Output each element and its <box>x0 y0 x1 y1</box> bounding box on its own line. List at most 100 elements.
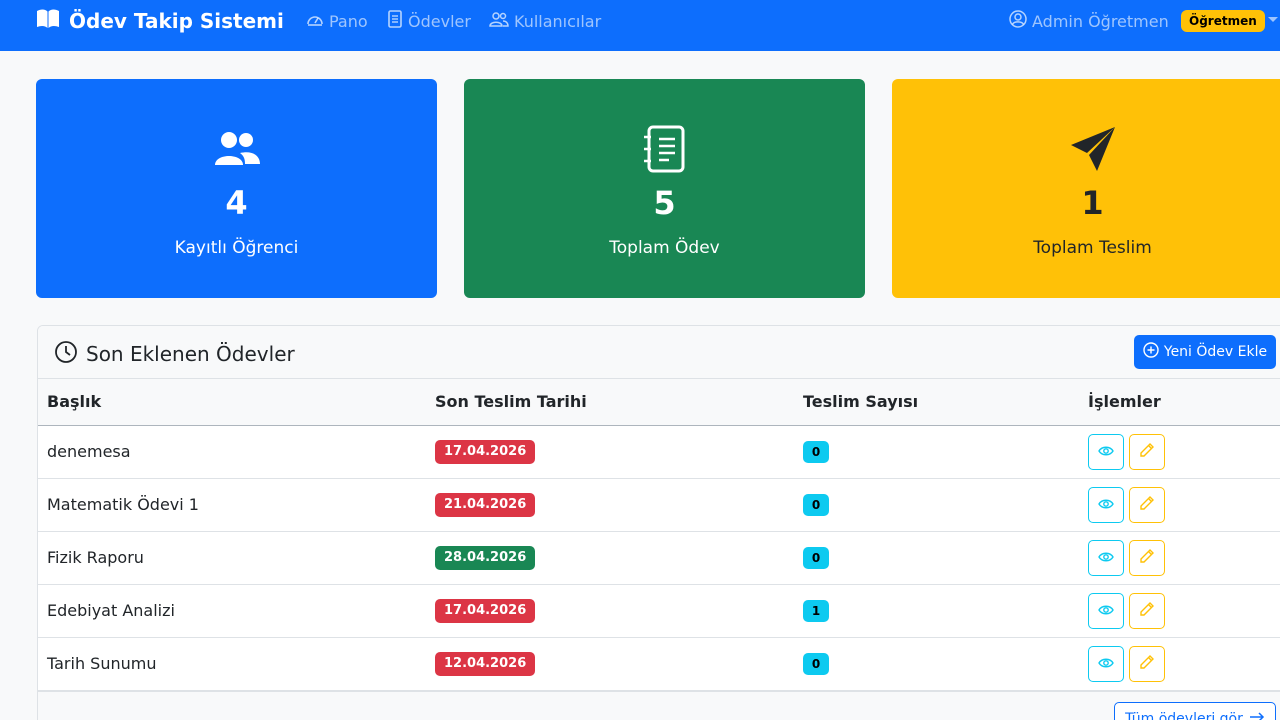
panel-header: Son Eklenen Ödevler Yeni Ödev Ekle <box>38 326 1280 379</box>
table-row: Tarih Sunumu 12.04.2026 0 <box>38 637 1280 691</box>
arrow-right-icon <box>1249 711 1265 720</box>
panel-title: Son Eklenen Ödevler <box>54 340 295 369</box>
pencil-icon <box>1139 601 1155 621</box>
due-date-badge: 17.04.2026 <box>435 439 536 464</box>
table-row: Matematik Ödevi 1 21.04.2026 0 <box>38 478 1280 532</box>
column-header-due: Son Teslim Tarihi <box>426 379 794 426</box>
panel-title-text: Son Eklenen Ödevler <box>86 342 295 366</box>
journal-text-icon <box>464 124 865 174</box>
table-header-row: Başlık Son Teslim Tarihi Teslim Sayısı İ… <box>38 379 1280 426</box>
nav-kullanicilar[interactable]: Kullanıcılar <box>489 9 601 33</box>
add-homework-label: Yeni Ödev Ekle <box>1163 344 1268 360</box>
edit-button[interactable] <box>1129 539 1165 576</box>
due-date-badge: 12.04.2026 <box>435 651 536 676</box>
due-date-cell: 12.04.2026 <box>426 637 794 691</box>
view-button[interactable] <box>1088 433 1124 470</box>
table-row: denemesa 17.04.2026 0 <box>38 425 1280 479</box>
edit-button[interactable] <box>1129 433 1165 470</box>
stat-value: 4 <box>225 184 248 222</box>
nav-pano[interactable]: Pano <box>306 9 368 33</box>
add-homework-button[interactable]: Yeni Ödev Ekle <box>1134 335 1276 369</box>
clock-icon <box>54 340 78 369</box>
stat-label: Toplam Ödev <box>609 238 720 258</box>
chevron-down-icon[interactable] <box>1268 17 1278 22</box>
plus-circle-icon <box>1143 342 1159 362</box>
row-actions <box>1088 539 1280 576</box>
pencil-icon <box>1139 495 1155 515</box>
actions-cell <box>1079 531 1280 585</box>
submission-count-cell: 0 <box>794 478 1079 532</box>
submission-count-badge: 0 <box>803 546 829 569</box>
column-header-actions: İşlemler <box>1079 379 1280 426</box>
pencil-icon <box>1139 654 1155 674</box>
nav-pano-label: Pano <box>329 11 368 31</box>
homework-title: denemesa <box>38 425 426 479</box>
edit-button[interactable] <box>1129 592 1165 629</box>
homework-title: Matematik Ödevi 1 <box>38 478 426 532</box>
user-menu[interactable]: Admin Öğretmen <box>1009 9 1169 33</box>
eye-icon <box>1098 654 1114 673</box>
view-all-button[interactable]: Tüm ödevleri gör <box>1114 702 1276 720</box>
submission-count-badge: 0 <box>803 440 829 463</box>
row-actions <box>1088 433 1280 470</box>
due-date-cell: 17.04.2026 <box>426 584 794 638</box>
eye-icon <box>1098 442 1114 461</box>
view-button[interactable] <box>1088 486 1124 523</box>
journal-icon <box>387 10 403 32</box>
stat-card-students: 4 Kayıtlı Öğrenci <box>36 79 437 298</box>
stat-value: 5 <box>653 184 676 222</box>
submission-count-cell: 0 <box>794 637 1079 691</box>
view-button[interactable] <box>1088 539 1124 576</box>
recent-homework-panel: Son Eklenen Ödevler Yeni Ödev Ekle Başlı… <box>37 325 1280 720</box>
nav-odevler[interactable]: Ödevler <box>387 9 471 33</box>
pencil-icon <box>1139 442 1155 462</box>
homework-title: Tarih Sunumu <box>38 637 426 691</box>
edit-button[interactable] <box>1129 486 1165 523</box>
eye-icon <box>1098 495 1114 514</box>
person-circle-icon <box>1009 10 1027 32</box>
due-date-cell: 21.04.2026 <box>426 478 794 532</box>
brand[interactable]: Ödev Takip Sistemi <box>36 7 284 35</box>
row-actions <box>1088 486 1280 523</box>
send-icon <box>892 124 1280 174</box>
homework-title: Fizik Raporu <box>38 531 426 585</box>
submission-count-badge: 0 <box>803 493 829 516</box>
navbar: Ödev Takip Sistemi Pano Ödevler Kullanıc… <box>0 0 1280 51</box>
edit-button[interactable] <box>1129 645 1165 682</box>
stat-card-homework: 5 Toplam Ödev <box>464 79 865 298</box>
stat-value: 1 <box>1081 184 1104 222</box>
table-row: Edebiyat Analizi 17.04.2026 1 <box>38 584 1280 638</box>
actions-cell <box>1079 584 1280 638</box>
actions-cell <box>1079 478 1280 532</box>
user-name: Admin Öğretmen <box>1032 11 1169 31</box>
due-date-cell: 28.04.2026 <box>426 531 794 585</box>
eye-icon <box>1098 548 1114 567</box>
homework-title: Edebiyat Analizi <box>38 584 426 638</box>
stat-card-submissions: 1 Toplam Teslim <box>892 79 1280 298</box>
stat-label: Toplam Teslim <box>1033 238 1152 258</box>
speedometer-icon <box>306 11 324 31</box>
due-date-badge: 17.04.2026 <box>435 598 536 623</box>
view-button[interactable] <box>1088 645 1124 682</box>
actions-cell <box>1079 637 1280 691</box>
view-button[interactable] <box>1088 592 1124 629</box>
submission-count-cell: 0 <box>794 531 1079 585</box>
role-badge: Öğretmen <box>1181 10 1265 32</box>
nav-odevler-label: Ödevler <box>408 11 471 31</box>
column-header-submissions: Teslim Sayısı <box>794 379 1079 426</box>
submission-count-cell: 0 <box>794 425 1079 479</box>
nav-kullanicilar-label: Kullanıcılar <box>514 11 602 31</box>
people-fill-icon <box>36 124 437 174</box>
stat-label: Kayıtlı Öğrenci <box>174 238 299 258</box>
panel-footer: Tüm ödevleri gör <box>38 691 1280 720</box>
due-date-badge: 21.04.2026 <box>435 492 536 517</box>
due-date-badge: 28.04.2026 <box>435 545 536 570</box>
actions-cell <box>1079 425 1280 479</box>
eye-icon <box>1098 601 1114 620</box>
people-icon <box>489 11 509 31</box>
brand-title: Ödev Takip Sistemi <box>69 9 284 33</box>
table-row: Fizik Raporu 28.04.2026 0 <box>38 531 1280 585</box>
submission-count-badge: 1 <box>803 599 829 622</box>
row-actions <box>1088 645 1280 682</box>
pencil-icon <box>1139 548 1155 568</box>
